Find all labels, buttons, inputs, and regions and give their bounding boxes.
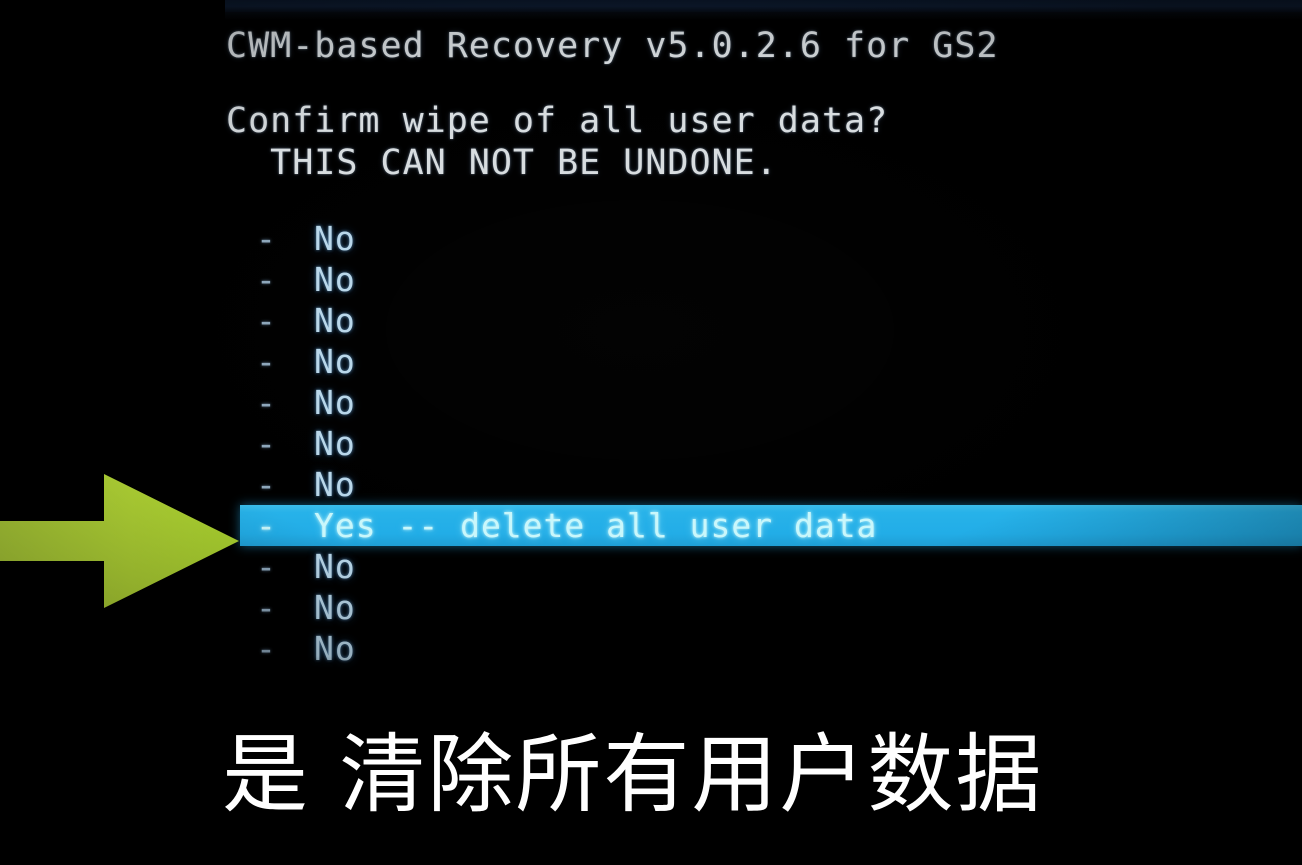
menu-row[interactable]: - No xyxy=(240,464,1302,505)
confirm-prompt-block: Confirm wipe of all user data? THIS CAN … xyxy=(226,100,1286,184)
menu-bullet-dash-icon: - xyxy=(256,588,277,627)
menu-bullet-dash-icon: - xyxy=(256,301,277,340)
menu-row-label: No xyxy=(314,342,356,381)
green-right-arrow-icon xyxy=(0,474,239,608)
console-title: CWM-based Recovery v5.0.2.6 for GS2 xyxy=(226,26,999,66)
menu-bullet-dash-icon: - xyxy=(256,424,277,463)
menu-bullet-dash-icon: - xyxy=(256,219,277,258)
menu-bullet-dash-icon: - xyxy=(256,629,277,668)
menu-row-label: No xyxy=(314,547,356,586)
menu-row[interactable]: - No xyxy=(240,341,1302,382)
menu-row-label: No xyxy=(314,219,356,258)
menu-row[interactable]: - No xyxy=(240,259,1302,300)
caption-text: 是 清除所有用户数据 xyxy=(222,725,1044,825)
console-top-band-shadow xyxy=(225,12,1302,20)
recovery-console: CWM-based Recovery v5.0.2.6 for GS2 Conf… xyxy=(0,0,1302,700)
menu-bullet-dash-icon: - xyxy=(256,547,277,586)
menu-row-label: No xyxy=(314,383,356,422)
caption-bar: 是 清除所有用户数据 xyxy=(0,700,1302,865)
menu-bullet-dash-icon: - xyxy=(256,465,277,504)
menu-row-label: No xyxy=(314,301,356,340)
menu-row-label: Yes -- delete all user data xyxy=(314,506,878,545)
menu-bullet-dash-icon: - xyxy=(256,383,277,422)
menu-bullet-dash-icon: - xyxy=(256,260,277,299)
menu-row[interactable]: - No xyxy=(240,382,1302,423)
menu-bullet-dash-icon: - xyxy=(256,506,277,545)
menu-row[interactable]: - No xyxy=(240,546,1302,587)
menu-row[interactable]: - No xyxy=(240,300,1302,341)
menu-row[interactable]: - No xyxy=(240,218,1302,259)
menu-bullet-dash-icon: - xyxy=(256,342,277,381)
menu-row-label: No xyxy=(314,588,356,627)
confirm-question: Confirm wipe of all user data? xyxy=(226,101,889,141)
menu-row[interactable]: - No xyxy=(240,628,1302,669)
menu-row-selected[interactable]: - Yes -- delete all user data xyxy=(240,505,1302,546)
menu-row[interactable]: - No xyxy=(240,423,1302,464)
confirm-warning: THIS CAN NOT BE UNDONE. xyxy=(226,143,778,183)
menu-row[interactable]: - No xyxy=(240,587,1302,628)
menu-row-label: No xyxy=(314,260,356,299)
screen: CWM-based Recovery v5.0.2.6 for GS2 Conf… xyxy=(0,0,1302,865)
menu-row-label: No xyxy=(314,465,356,504)
menu-row-label: No xyxy=(314,424,356,463)
confirm-menu-list: - No - No - No - No - No - No - No - Yes -- delete all … xyxy=(240,218,1302,669)
menu-row-label: No xyxy=(314,629,356,668)
